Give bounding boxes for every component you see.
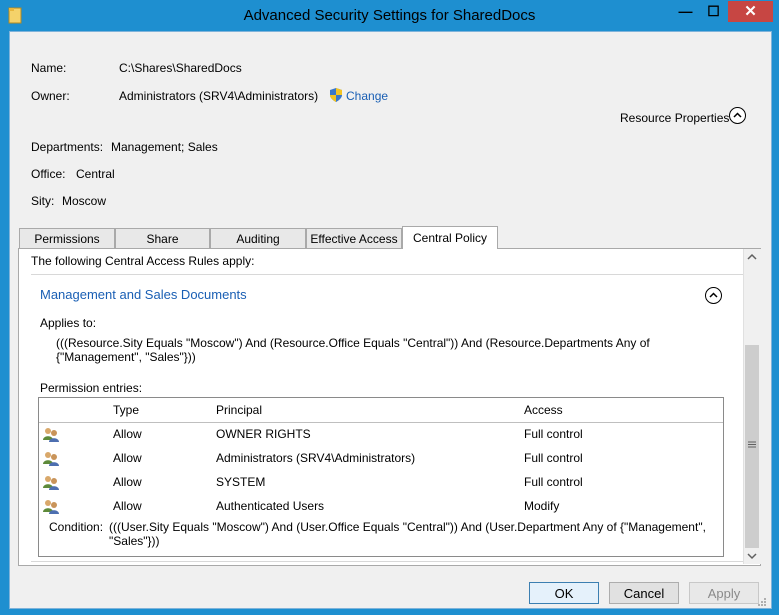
user-group-icon [43, 452, 59, 466]
entry-type: Allow [113, 499, 142, 513]
apply-button[interactable]: Apply [689, 582, 759, 604]
table-row[interactable]: Allow OWNER RIGHTS Full control [39, 422, 723, 446]
entry-type: Allow [113, 451, 142, 465]
entry-access: Full control [524, 427, 583, 441]
column-principal[interactable]: Principal [216, 403, 262, 417]
owner-label: Owner: [31, 89, 70, 103]
condition-line1: (((User.Sity Equals "Moscow") And (User.… [109, 520, 706, 534]
vertical-scrollbar[interactable] [743, 249, 761, 564]
dialog-body: Name: C:\Shares\SharedDocs Owner: Admini… [9, 31, 772, 609]
tab-auditing[interactable]: Auditing [210, 228, 306, 248]
divider [31, 561, 743, 562]
central-policy-panel: The following Central Access Rules apply… [18, 248, 761, 566]
resize-grip-icon[interactable] [757, 597, 767, 607]
condition-line2: "Sales"})) [109, 534, 160, 548]
collapse-resource-properties-button[interactable] [729, 107, 746, 124]
scroll-thumb[interactable] [745, 345, 759, 548]
office-value: Central [76, 167, 115, 181]
entry-access: Full control [524, 475, 583, 489]
table-row[interactable]: Allow Authenticated Users Modify [39, 494, 723, 518]
permission-entries-table: Type Principal Access Allow OWNER RIGHTS… [38, 397, 724, 557]
applies-to-condition-line1: (((Resource.Sity Equals "Moscow") And (R… [56, 336, 650, 350]
chevron-up-icon [709, 292, 718, 298]
condition-label: Condition: [49, 520, 104, 534]
close-button[interactable]: ✕ [728, 1, 773, 22]
column-type[interactable]: Type [113, 403, 139, 417]
central-rules-intro: The following Central Access Rules apply… [31, 254, 255, 268]
name-label: Name: [31, 61, 67, 75]
rule-title: Management and Sales Documents [40, 287, 247, 302]
user-group-icon [43, 500, 59, 514]
entry-principal: Authenticated Users [216, 499, 325, 513]
entry-principal: SYSTEM [216, 475, 266, 489]
applies-to-condition-line2: {"Management", "Sales"})) [56, 350, 196, 364]
uac-shield-icon [330, 88, 342, 102]
name-value: C:\Shares\SharedDocs [119, 61, 242, 75]
ok-button[interactable]: OK [529, 582, 599, 604]
collapse-rule-button[interactable] [705, 287, 722, 304]
tab-central-policy[interactable]: Central Policy [402, 226, 498, 249]
user-group-icon [43, 428, 59, 442]
scroll-up-icon[interactable] [747, 253, 757, 261]
window-title: Advanced Security Settings for SharedDoc… [243, 7, 536, 24]
office-label: Office: [31, 167, 66, 181]
maximize-button[interactable]: ☐ [700, 1, 727, 22]
user-group-icon [43, 476, 59, 490]
scroll-down-icon[interactable] [747, 552, 757, 560]
chevron-up-icon [733, 112, 742, 118]
entry-type: Allow [113, 475, 142, 489]
departments-value: Management; Sales [111, 140, 218, 154]
sity-label: Sity: [31, 194, 55, 208]
departments-label: Departments: [31, 140, 104, 154]
table-row[interactable]: Allow SYSTEM Full control [39, 470, 723, 494]
entry-principal: OWNER RIGHTS [216, 427, 311, 441]
tab-effective-access[interactable]: Effective Access [306, 228, 402, 248]
applies-to-label: Applies to: [40, 316, 97, 330]
table-header: Type Principal Access [39, 398, 723, 423]
entry-type: Allow [113, 427, 142, 441]
resource-properties-label: Resource Properties [620, 111, 730, 125]
owner-value: Administrators (SRV4\Administrators) [119, 89, 319, 103]
entry-access: Modify [524, 499, 560, 513]
tab-permissions[interactable]: Permissions [19, 228, 115, 248]
entry-principal: Administrators (SRV4\Administrators) [216, 451, 416, 465]
minimize-button[interactable]: — [672, 1, 699, 22]
entry-access: Full control [524, 451, 583, 465]
grip-icon [748, 441, 756, 448]
sity-value: Moscow [62, 194, 107, 208]
permission-entries-label: Permission entries: [40, 381, 143, 395]
tab-share[interactable]: Share [115, 228, 210, 248]
table-row[interactable]: Allow Administrators (SRV4\Administrator… [39, 446, 723, 470]
title-bar: Advanced Security Settings for SharedDoc… [0, 0, 779, 31]
cancel-button[interactable]: Cancel [609, 582, 679, 604]
divider [31, 274, 743, 275]
column-access[interactable]: Access [524, 403, 563, 417]
change-owner-link[interactable]: Change [346, 89, 388, 103]
